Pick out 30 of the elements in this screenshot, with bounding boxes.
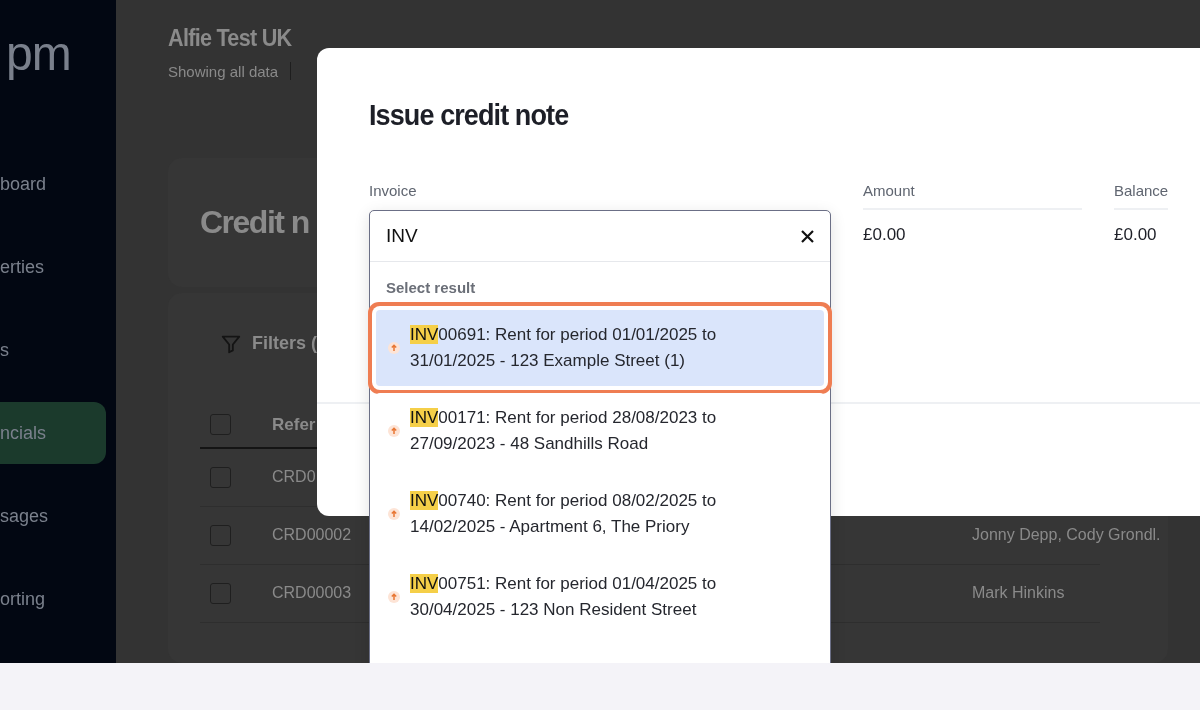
sidebar-item[interactable]: erties [0,236,106,298]
arrow-up-icon [388,508,400,520]
column-header: Balance [1114,182,1169,201]
column-header: Refer [272,414,316,435]
table-cell: CRD0 [272,468,316,486]
filters-button[interactable]: Filters ( [252,333,317,354]
sidebar-item[interactable]: ncials [0,402,106,464]
sidebar-item[interactable]: sages [0,485,106,547]
logo: pm [5,26,72,82]
table-cell: CRD00002 [272,526,352,544]
table-cell: CRD00003 [272,584,352,602]
sidebar-item[interactable]: orting [0,568,106,630]
amount-value: £0.00 [863,225,907,245]
dialog-title: Issue credit note [369,98,570,132]
table-cell: Mark Hinkins [972,584,1065,602]
page-title: Credit n [200,203,309,241]
field-label: Invoice [369,182,418,201]
close-icon[interactable] [801,229,814,243]
results-label: Select result [386,279,477,296]
column-header: Amount [863,182,916,201]
data-scope-text: Showing all data [168,62,279,80]
sidebar-item[interactable]: board [0,153,106,215]
arrow-up-icon [388,342,400,354]
table-cell: Jonny Depp, Cody Grondl. [972,526,1161,544]
arrow-up-icon [388,591,400,603]
arrow-up-icon [388,425,400,437]
amount-value: £0.00 [1114,225,1158,245]
invoice-search-field[interactable]: INV [386,225,801,247]
sidebar-item[interactable]: s [0,319,106,381]
account-title: Alfie Test UK [168,24,293,52]
